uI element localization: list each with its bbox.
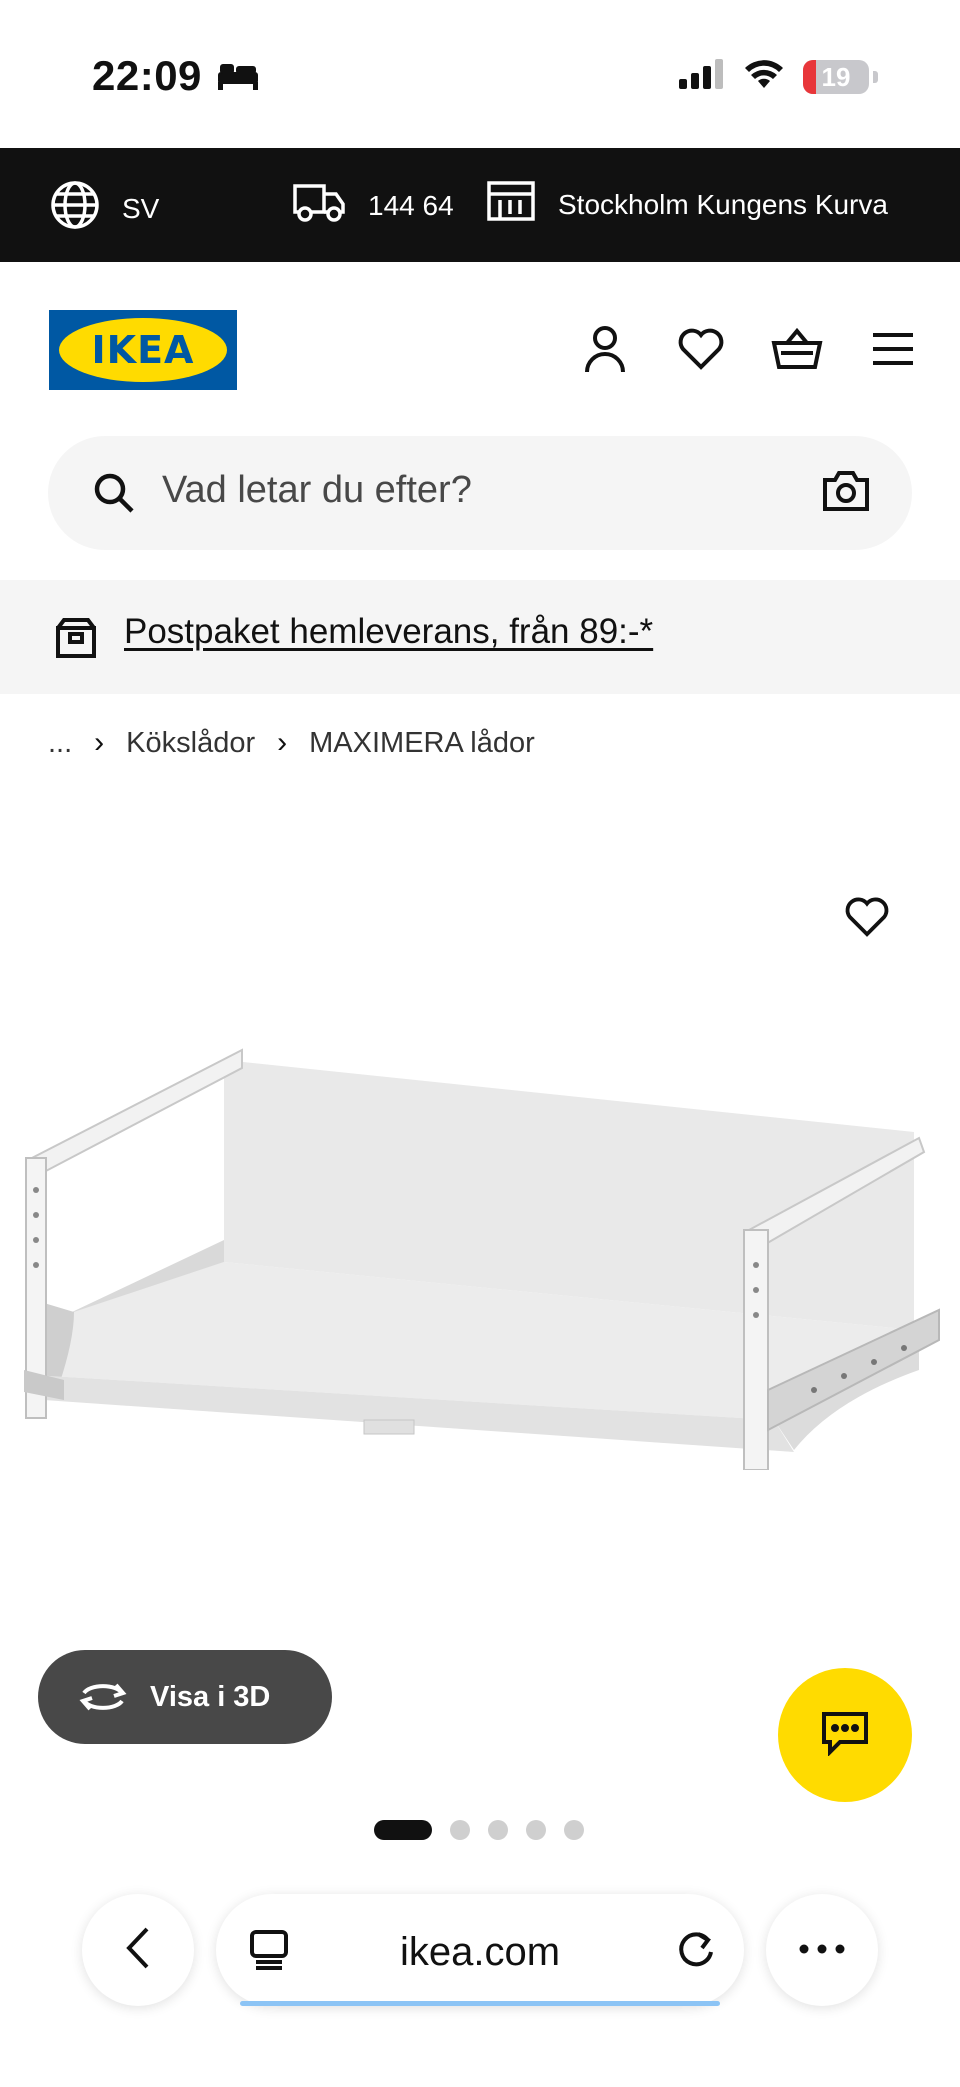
browser-toolbar: ikea.com bbox=[0, 1880, 960, 2087]
camera-icon[interactable] bbox=[822, 470, 870, 517]
back-button[interactable] bbox=[82, 1894, 194, 2006]
search-bar[interactable]: Vad letar du efter? bbox=[48, 436, 912, 550]
rotate-3d-icon bbox=[78, 1681, 128, 1713]
store-selector[interactable]: Stockholm Kungens Kurva bbox=[486, 180, 888, 229]
promo-link[interactable]: Postpaket hemleverans, från 89:-* bbox=[124, 612, 653, 652]
postal-code-label: 144 64 bbox=[368, 189, 454, 221]
address-bar[interactable]: ikea.com bbox=[216, 1894, 744, 2006]
search-input[interactable]: Vad letar du efter? bbox=[162, 469, 472, 512]
pagination-dot[interactable] bbox=[450, 1820, 470, 1840]
breadcrumb-item[interactable]: ... bbox=[48, 727, 72, 760]
status-time: 22:09 bbox=[92, 52, 202, 99]
bed-icon bbox=[216, 62, 260, 97]
page-load-progress bbox=[240, 2001, 720, 2006]
language-label: SV bbox=[122, 192, 160, 224]
chevron-right-icon: › bbox=[277, 726, 288, 759]
globe-icon bbox=[50, 180, 100, 237]
postal-code-selector[interactable]: 144 64 bbox=[292, 180, 454, 231]
chevron-right-icon: › bbox=[94, 726, 105, 759]
product-image bbox=[24, 1048, 940, 1470]
signal-icon bbox=[679, 59, 725, 94]
store-label: Stockholm Kungens Kurva bbox=[558, 188, 888, 220]
pagination-dot[interactable] bbox=[526, 1820, 546, 1840]
view-3d-button[interactable]: Visa i 3D bbox=[38, 1650, 332, 1744]
package-icon bbox=[54, 616, 98, 665]
pagination-dot[interactable] bbox=[488, 1820, 508, 1840]
url-text[interactable]: ikea.com bbox=[216, 1930, 744, 1975]
pagination-dot[interactable] bbox=[564, 1820, 584, 1840]
breadcrumb-item[interactable]: Kökslådor bbox=[126, 727, 255, 760]
chevron-left-icon bbox=[125, 1926, 151, 1975]
breadcrumb-item[interactable]: MAXIMERA lådor bbox=[309, 727, 535, 760]
promo-banner[interactable]: Postpaket hemleverans, från 89:-* bbox=[0, 580, 960, 694]
truck-icon bbox=[292, 180, 346, 231]
top-bar: SV 144 64 Stockholm Kungens Kurva bbox=[0, 148, 960, 262]
status-bar: 22:09 19 bbox=[0, 0, 960, 148]
store-icon bbox=[486, 180, 536, 229]
image-pagination bbox=[374, 1820, 584, 1840]
more-dots-icon bbox=[799, 1941, 845, 1959]
reload-icon[interactable] bbox=[676, 1928, 716, 1975]
search-icon[interactable] bbox=[92, 471, 136, 520]
product-gallery[interactable] bbox=[0, 800, 960, 1640]
wifi-icon bbox=[743, 58, 785, 95]
chat-icon bbox=[820, 1710, 870, 1761]
header: IKEA bbox=[0, 262, 960, 432]
battery-level: 19 bbox=[821, 61, 851, 92]
view-3d-label: Visa i 3D bbox=[150, 1680, 271, 1713]
language-selector[interactable]: SV bbox=[50, 180, 159, 237]
pagination-dot-active[interactable] bbox=[374, 1820, 432, 1840]
basket-icon[interactable] bbox=[770, 322, 824, 376]
user-icon[interactable] bbox=[578, 322, 632, 376]
menu-icon[interactable] bbox=[866, 322, 920, 376]
ikea-logo[interactable]: IKEA bbox=[49, 310, 237, 390]
favourite-heart-icon[interactable] bbox=[844, 896, 890, 943]
breadcrumb: ... › Kökslådor › MAXIMERA lådor bbox=[48, 726, 535, 760]
logo-text: IKEA bbox=[91, 328, 195, 372]
battery-icon: 19 bbox=[803, 59, 869, 94]
heart-icon[interactable] bbox=[674, 322, 728, 376]
chat-button[interactable] bbox=[778, 1668, 912, 1802]
more-button[interactable] bbox=[766, 1894, 878, 2006]
